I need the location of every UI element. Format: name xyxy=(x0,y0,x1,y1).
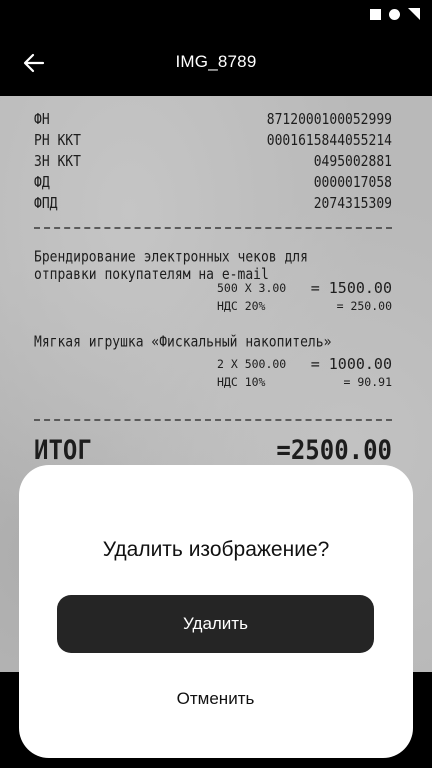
item-sum: = 1000.00 xyxy=(310,355,392,373)
dialog-title: Удалить изображение? xyxy=(102,538,330,561)
cancel-button[interactable]: Отменить xyxy=(57,678,374,720)
register-value: 0001615844055214 xyxy=(266,132,392,150)
register-label: ФД xyxy=(34,174,50,192)
delete-button[interactable]: Удалить xyxy=(57,595,374,653)
receipt-register-row: ФН 8712000100052999 xyxy=(34,112,392,135)
receipt-register-row: РН ККТ 0001615844055214 xyxy=(34,133,392,156)
receipt-register-row: ЗН ККТ 0495002881 xyxy=(34,154,392,177)
item-qty-price: 2 X 500.00 xyxy=(217,357,287,371)
register-value: 0000017058 xyxy=(313,174,392,192)
status-icons xyxy=(370,8,420,20)
item-vat-label: НДС 10% xyxy=(217,375,266,389)
triangle-icon xyxy=(408,8,420,20)
status-bar xyxy=(0,0,432,30)
register-label: ФН xyxy=(34,111,50,129)
register-value: 0495002881 xyxy=(313,153,392,171)
receipt-register-row: ФД 0000017058 xyxy=(34,175,392,198)
total-value: =2500.00 xyxy=(276,434,392,466)
delete-image-dialog: Удалить изображение? Удалить Отменить xyxy=(19,465,413,758)
total-label: ИТОГ xyxy=(34,434,92,466)
item-name: Мягкая игрушка «Фискальный накопитель» xyxy=(34,334,332,352)
image-title: IMG_8789 xyxy=(175,52,257,71)
square-icon xyxy=(370,8,381,20)
screen: IMG_8789 ФН 8712000100052999 РН ККТ 0001… xyxy=(0,0,432,768)
register-value: 2074315309 xyxy=(313,195,392,213)
receipt-register-row: ФПД 2074315309 xyxy=(34,196,392,219)
item-sum: = 1500.00 xyxy=(310,279,392,297)
circle-icon xyxy=(389,8,400,20)
receipt-total-row: ИТОГ =2500.00 xyxy=(34,435,392,466)
item-calc-row: 2 X 500.00 = 1000.00 xyxy=(217,355,392,373)
item-qty-price: 500 X 3.00 xyxy=(217,281,287,295)
item-vat-sum: = 250.00 xyxy=(336,299,392,313)
item-vat-row: НДС 10% = 90.91 xyxy=(217,375,392,389)
register-label: ФПД xyxy=(34,195,58,213)
item-vat-sum: = 90.91 xyxy=(343,375,392,389)
item-calc-row: 500 X 3.00 = 1500.00 xyxy=(217,279,392,297)
item-vat-label: НДС 20% xyxy=(217,299,266,313)
dashed-divider xyxy=(34,419,392,421)
app-bar: IMG_8789 xyxy=(0,30,432,96)
item-vat-row: НДС 20% = 250.00 xyxy=(217,299,392,313)
register-label: РН ККТ xyxy=(34,132,81,150)
dashed-divider xyxy=(34,227,392,229)
register-value: 8712000100052999 xyxy=(266,111,392,129)
register-label: ЗН ККТ xyxy=(34,153,81,171)
